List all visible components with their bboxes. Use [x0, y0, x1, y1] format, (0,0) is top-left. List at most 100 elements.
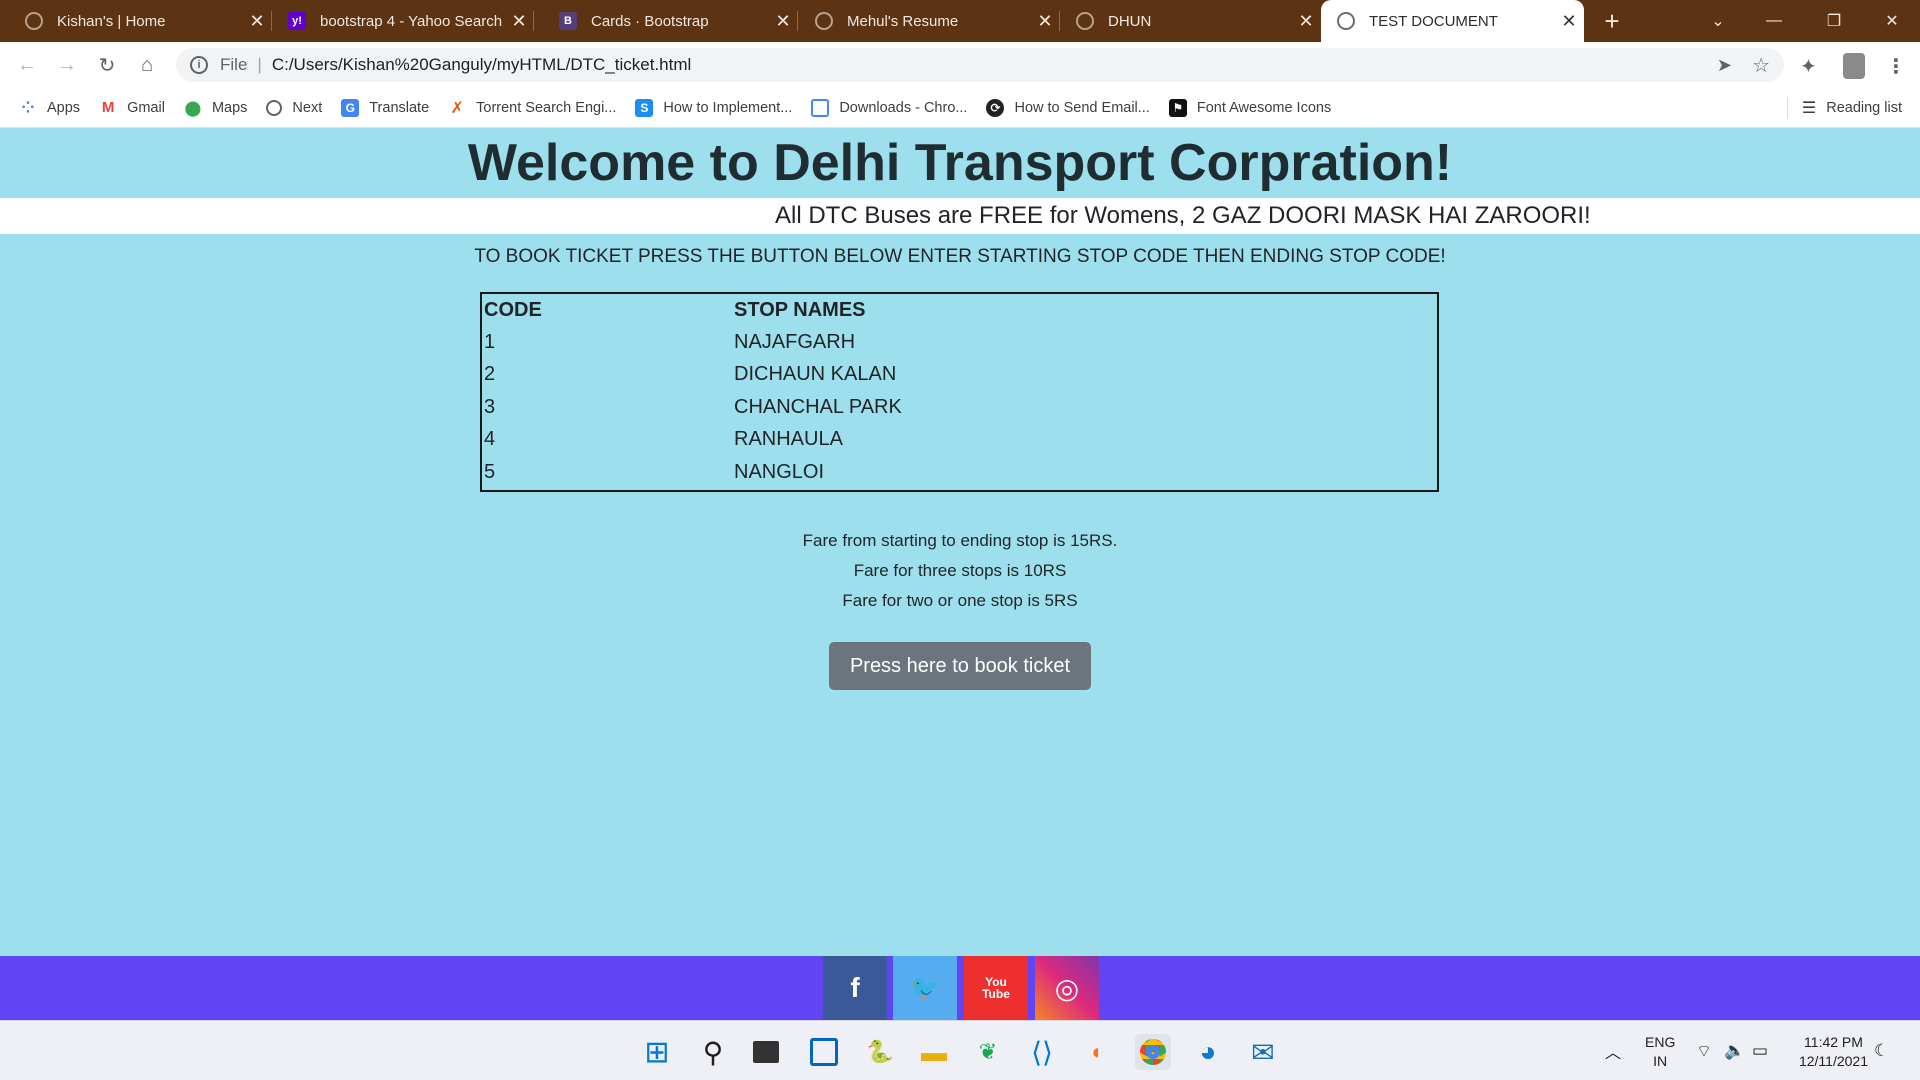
file-explorer-icon[interactable]: ▬	[916, 1034, 952, 1070]
notifications-moon-icon[interactable]: ☾	[1874, 1021, 1889, 1080]
bookmark-translate[interactable]: G Translate	[341, 98, 429, 117]
stops-table: CODE STOP NAMES 1 NAJAFGARH 2 DICHAUN KA…	[480, 292, 1439, 492]
bookmark-apps[interactable]: ⁘ Apps	[19, 99, 80, 117]
bookmark-font-awesome[interactable]: ⚑ Font Awesome Icons	[1168, 98, 1331, 117]
facebook-icon[interactable]: f	[823, 956, 887, 1020]
booking-instructions: TO BOOK TICKET PRESS THE BUTTON BELOW EN…	[474, 246, 1446, 267]
tab-title: bootstrap 4 - Yahoo Search	[320, 12, 503, 30]
globe-icon	[815, 12, 833, 30]
table-row: 3 CHANCHAL PARK	[482, 391, 1437, 424]
bookmark-gmail[interactable]: M Gmail	[99, 99, 165, 117]
bookmark-next[interactable]: Next	[266, 99, 323, 116]
show-hidden-icons-chevron[interactable]: ︿	[1605, 1021, 1621, 1080]
stop-code: 1	[484, 330, 496, 353]
tab-dhun[interactable]: DHUN ✕	[1060, 0, 1321, 42]
mail-icon[interactable]: ✉	[1245, 1034, 1281, 1070]
reading-list[interactable]: ☰ Reading list	[1786, 88, 1902, 128]
send-tab-icon[interactable]: ➤	[1717, 55, 1732, 76]
edge-icon[interactable]: ◕	[1190, 1034, 1226, 1070]
twitter-icon[interactable]: 🐦	[893, 956, 957, 1020]
tab-search-chevron-icon[interactable]: ⌄	[1690, 0, 1746, 42]
maps-pin-icon: ⬤	[184, 99, 202, 117]
tab-mehuls-resume[interactable]: Mehul's Resume ✕	[798, 0, 1060, 42]
torrent-icon: ✗	[450, 99, 464, 117]
downloads-icon	[811, 98, 830, 117]
restore-button[interactable]: ❐	[1806, 0, 1862, 42]
browser-toolbar: ← → ↻ ⌂ i File | C:/Users/Kishan%20Gangu…	[0, 42, 1920, 88]
jupyter-icon[interactable]: ◐	[1080, 1034, 1116, 1070]
reading-list-label: Reading list	[1826, 100, 1902, 116]
tab-title: DHUN	[1108, 12, 1152, 30]
close-tab-icon[interactable]: ✕	[768, 11, 798, 32]
python-icon[interactable]: 🐍	[862, 1034, 898, 1070]
s-icon: S	[635, 98, 654, 117]
bookmark-label: How to Send Email...	[1014, 99, 1150, 116]
stop-names-header: STOP NAMES	[734, 298, 866, 321]
close-window-button[interactable]: ✕	[1864, 0, 1920, 42]
stop-name: CHANCHAL PARK	[734, 395, 902, 418]
system-clock[interactable]: 11:42 PM 12/11/2021	[1799, 1033, 1868, 1071]
table-row: 4 RANHAULA	[482, 424, 1437, 457]
language-indicator[interactable]: ENG IN	[1645, 1033, 1675, 1071]
youtube-icon[interactable]: You Tube	[964, 956, 1028, 1020]
book-ticket-button[interactable]: Press here to book ticket	[829, 642, 1091, 690]
widgets-icon[interactable]	[806, 1034, 842, 1070]
volume-icon[interactable]: 🔈	[1724, 1021, 1745, 1080]
battery-icon[interactable]: ▭	[1752, 1021, 1768, 1080]
profile-avatar[interactable]	[1843, 53, 1865, 79]
region-code: IN	[1653, 1053, 1668, 1069]
bookmark-maps[interactable]: ⬤ Maps	[184, 99, 248, 117]
tab-kishans-home[interactable]: Kishan's | Home ✕	[0, 0, 272, 42]
forward-arrow-icon[interactable]: →	[52, 50, 82, 80]
clock-time: 11:42 PM	[1804, 1034, 1863, 1050]
yahoo-icon: y!	[288, 12, 306, 30]
new-tab-button[interactable]: +	[1595, 0, 1629, 42]
wifi-icon[interactable]: ⌔	[1696, 1021, 1712, 1080]
bookmark-downloads[interactable]: Downloads - Chro...	[811, 98, 967, 117]
bookmark-label: Next	[292, 99, 323, 116]
stop-code: 5	[484, 460, 496, 483]
tab-bootstrap-cards[interactable]: B Cards · Bootstrap ✕	[534, 0, 798, 42]
start-windows-icon[interactable]: ⊞	[639, 1034, 675, 1070]
close-tab-icon[interactable]: ✕	[504, 11, 534, 32]
table-row: 2 DICHAUN KALAN	[482, 359, 1437, 392]
tab-title: Mehul's Resume	[847, 12, 959, 30]
gmail-icon: M	[101, 99, 115, 116]
browser-tab-strip: Kishan's | Home ✕ y! bootstrap 4 - Yahoo…	[0, 0, 1920, 42]
fare-line: Fare for two or one stop is 5RS	[842, 591, 1078, 610]
page-title: Welcome to Delhi Transport Corpration!	[467, 134, 1453, 192]
globe-icon	[1337, 12, 1355, 30]
vscode-icon[interactable]: ⟨⟩	[1024, 1034, 1060, 1070]
extensions-puzzle-icon[interactable]: ✦	[1800, 54, 1817, 79]
chrome-icon[interactable]	[1135, 1034, 1171, 1070]
reload-icon[interactable]: ↻	[92, 50, 122, 80]
bookmark-label: Maps	[211, 99, 248, 116]
tab-test-document[interactable]: TEST DOCUMENT ✕	[1321, 0, 1584, 42]
minimize-button[interactable]: —	[1746, 0, 1802, 42]
close-tab-icon[interactable]: ✕	[1554, 11, 1584, 32]
back-arrow-icon[interactable]: ←	[12, 50, 42, 80]
address-bar[interactable]: i File | C:/Users/Kishan%20Ganguly/myHTM…	[176, 48, 1784, 82]
close-tab-icon[interactable]: ✕	[1030, 11, 1060, 32]
task-view-icon[interactable]	[748, 1034, 784, 1070]
more-menu-icon[interactable]: ⋮	[1886, 54, 1906, 79]
mongodb-icon[interactable]: ❦	[970, 1034, 1006, 1070]
stop-name: RANHAULA	[734, 428, 843, 451]
close-tab-icon[interactable]: ✕	[242, 11, 272, 32]
url-text[interactable]: C:/Users/Kishan%20Ganguly/myHTML/DTC_tic…	[272, 55, 691, 75]
bookmark-how-to-implement[interactable]: S How to Implement...	[635, 98, 792, 117]
bookmark-star-icon[interactable]: ☆	[1752, 53, 1770, 78]
translate-icon: G	[341, 98, 360, 117]
gear-link-icon: ⟳	[986, 98, 1005, 117]
home-icon[interactable]: ⌂	[132, 50, 162, 80]
search-icon[interactable]: ⚲	[695, 1034, 731, 1070]
instagram-icon[interactable]: ◎	[1035, 956, 1099, 1020]
info-icon[interactable]: i	[190, 56, 208, 74]
tab-yahoo-search[interactable]: y! bootstrap 4 - Yahoo Search ✕	[272, 0, 534, 42]
globe-icon	[1076, 12, 1094, 30]
bookmark-torrent[interactable]: ✗ Torrent Search Engi...	[448, 99, 616, 117]
bookmark-how-to-send-email[interactable]: ⟳ How to Send Email...	[986, 98, 1150, 117]
close-tab-icon[interactable]: ✕	[1291, 11, 1321, 32]
page-content: Welcome to Delhi Transport Corpration! A…	[0, 128, 1920, 956]
code-header: CODE	[484, 298, 542, 321]
